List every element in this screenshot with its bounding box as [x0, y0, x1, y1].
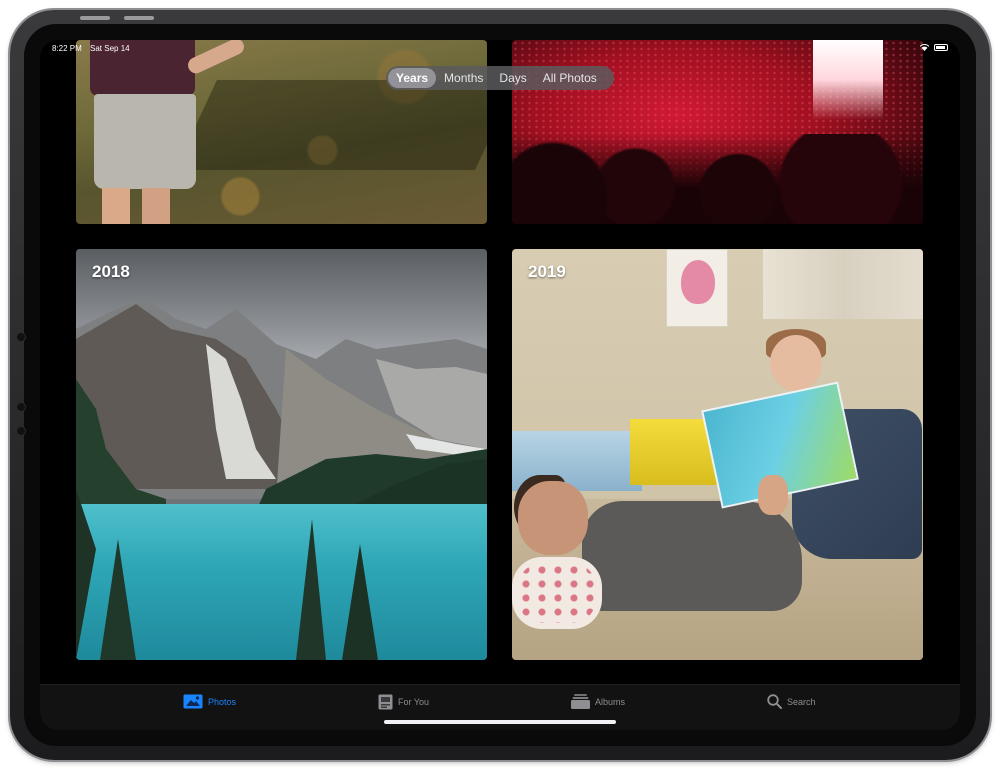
segment-all-photos[interactable]: All Photos	[535, 68, 605, 88]
top-button-right	[124, 16, 154, 20]
photos-app-screen: 8:22 PM Sat Sep 14 2018 2019 Years Month…	[40, 40, 960, 730]
tab-photos-label: Photos	[208, 696, 237, 707]
for-you-icon	[378, 694, 393, 710]
status-time: 8:22 PM	[52, 44, 82, 53]
tab-search[interactable]: Search	[767, 694, 816, 709]
wifi-icon	[920, 44, 929, 51]
person-leg-left	[102, 188, 130, 224]
segment-months[interactable]: Months	[436, 68, 491, 88]
tab-for-you-label: For You	[398, 697, 430, 707]
side-sensor-3	[16, 426, 26, 436]
battery-icon	[934, 44, 948, 51]
side-sensor-2	[16, 402, 26, 412]
tab-search-label: Search	[787, 696, 816, 707]
window-curtain	[763, 249, 923, 319]
owl-growth-chart	[666, 249, 728, 327]
status-bar: 8:22 PM Sat Sep 14	[40, 40, 960, 56]
baby-head	[770, 335, 822, 391]
tile-year-label: 2019	[528, 262, 566, 281]
view-segmented-control: Years Months Days All Photos	[386, 66, 614, 90]
person-skirt	[94, 94, 196, 189]
segment-days[interactable]: Days	[491, 68, 534, 88]
albums-icon	[571, 694, 590, 709]
tab-albums-label: Albums	[595, 696, 626, 707]
side-sensor-1	[16, 332, 26, 342]
tree-shadow	[175, 80, 487, 170]
segment-years[interactable]: Years	[388, 68, 437, 88]
tab-photos[interactable]: Photos	[183, 694, 236, 709]
status-date: Sat Sep 14	[90, 44, 130, 53]
search-icon	[767, 694, 782, 709]
foreground-trees	[76, 489, 378, 660]
photos-icon	[183, 694, 203, 709]
top-button-left	[80, 16, 110, 20]
man-head	[518, 481, 588, 555]
tile-year-label: 2018	[92, 262, 130, 281]
crowd-silhouettes	[512, 134, 923, 224]
home-indicator[interactable]	[384, 720, 616, 724]
person-leg-right	[142, 188, 170, 224]
owl-icon	[681, 260, 715, 304]
tab-for-you[interactable]: For You	[378, 694, 429, 710]
year-tile-2018[interactable]: 2018	[76, 249, 487, 660]
pillow	[512, 557, 602, 629]
tab-albums[interactable]: Albums	[571, 694, 625, 709]
status-indicators	[920, 44, 948, 51]
man-hand	[758, 475, 788, 515]
year-tile-2019[interactable]: 2019	[512, 249, 923, 660]
man-sweater	[582, 501, 802, 611]
